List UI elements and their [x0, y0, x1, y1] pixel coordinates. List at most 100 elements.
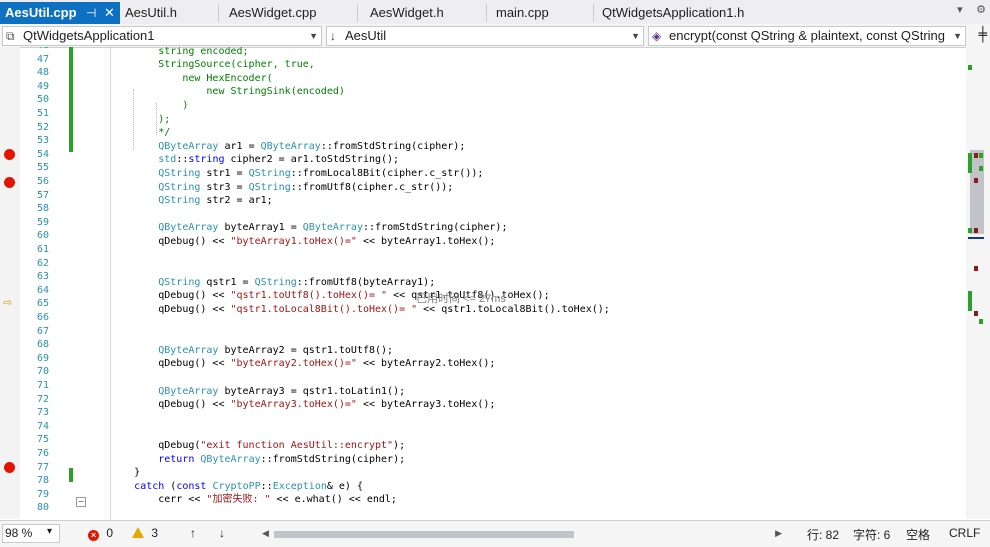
breakpoint-icon[interactable]: [4, 462, 15, 474]
horizontal-scrollbar[interactable]: ◀ ▶: [262, 528, 782, 540]
member-label: encrypt(const QString & plaintext, const…: [669, 28, 946, 43]
scroll-left-icon[interactable]: ◀: [262, 528, 269, 539]
next-issue-icon[interactable]: ↓: [219, 526, 225, 540]
breakpoint-icon[interactable]: [4, 149, 15, 161]
line-number: 47: [36, 53, 49, 65]
zoom-dropdown[interactable]: 98 % ▾: [2, 524, 60, 543]
tab-label: main.cpp: [496, 5, 549, 20]
error-count[interactable]: × 0: [88, 526, 113, 541]
glyph-margin[interactable]: ⇨: [0, 47, 20, 519]
code-line[interactable]: QByteArray byteArray1 = QByteArray::from…: [86, 221, 507, 235]
project-label: QtWidgetsApplication1: [23, 28, 155, 43]
code-line[interactable]: new HexEncoder(: [86, 72, 272, 86]
warning-count-label: 3: [151, 526, 159, 540]
close-icon[interactable]: ✕: [104, 2, 115, 24]
previous-issue-icon[interactable]: ↑: [190, 526, 196, 540]
code-line[interactable]: QByteArray byteArray3 = qstr1.toLatin1()…: [86, 385, 405, 399]
code-line[interactable]: QString qstr1 = QString::fromUtf8(byteAr…: [86, 276, 435, 290]
scope-dropdown[interactable]: ↓ AesUtil ▼: [326, 26, 644, 46]
tab-main-cpp[interactable]: main.cpp: [491, 2, 591, 24]
member-dropdown[interactable]: ◈ encrypt(const QString & plaintext, con…: [648, 26, 966, 46]
line-number: 54: [36, 148, 49, 160]
line-number: 58: [36, 203, 49, 215]
line-number: 66: [36, 312, 49, 323]
method-icon: ◈: [652, 29, 662, 43]
scope-arrow-icon: ↓: [330, 29, 336, 43]
scrollbar-thumb[interactable]: [970, 150, 984, 234]
code-line[interactable]: QByteArray ar1 = QByteArray::fromStdStri…: [86, 140, 465, 154]
code-line[interactable]: qDebug() << "byteArray2.toHex()=" << byt…: [86, 357, 495, 371]
tab-qtwidgetsapplication1-h[interactable]: QtWidgetsApplication1.h: [597, 2, 793, 24]
code-line[interactable]: qDebug() << "qstr1.toLocal8Bit().toHex()…: [86, 303, 610, 317]
code-line[interactable]: cerr << "加密失败: " << e.what() << endl;: [86, 493, 397, 507]
line-number: 69: [36, 352, 49, 364]
line-number-gutter: 4647484950515253545556575859606162636465…: [20, 47, 66, 519]
split-editor-icon[interactable]: ╪: [979, 27, 987, 43]
project-icon: ⧉: [6, 29, 15, 43]
vertical-scrollbar[interactable]: [966, 47, 990, 519]
change-marker: [979, 319, 983, 324]
chevron-down-icon: ▼: [951, 27, 962, 45]
change-marker: [968, 153, 972, 173]
perf-tip[interactable]: 已用时间 <= 27ms: [416, 290, 506, 306]
line-number: 72: [36, 393, 49, 405]
code-line[interactable]: std::string cipher2 = ar1.toStdString();: [86, 153, 399, 167]
tab-divider: [357, 4, 358, 22]
chevron-down-icon: ▾: [47, 526, 53, 537]
code-line[interactable]: QString str2 = ar1;: [86, 194, 272, 208]
scrollbar-thumb[interactable]: [274, 531, 574, 538]
fold-toggle-icon[interactable]: −: [76, 497, 86, 507]
breakpoint-icon[interactable]: [4, 176, 15, 188]
scroll-right-icon[interactable]: ▶: [775, 528, 782, 539]
line-number: 76: [36, 448, 49, 459]
code-line[interactable]: catch (const CryptoPP::Exception& e) {: [86, 480, 363, 494]
tab-aeswidget-h[interactable]: AesWidget.h: [365, 2, 483, 24]
breakpoint-marker: [974, 178, 978, 183]
line-number: 52: [36, 121, 49, 133]
gear-icon[interactable]: ⚙: [976, 3, 986, 16]
line-number: 77: [36, 461, 49, 473]
line-number: 55: [36, 162, 49, 174]
code-line[interactable]: qDebug("exit function AesUtil::encrypt")…: [86, 439, 405, 453]
code-line[interactable]: string encoded;: [86, 47, 248, 58]
chevron-down-icon: ▼: [309, 31, 318, 41]
tab-aeswidget-cpp[interactable]: AesWidget.cpp: [224, 2, 354, 24]
project-dropdown[interactable]: ⧉ QtWidgetsApplication1 ▼: [2, 26, 322, 46]
line-number: 79: [36, 488, 49, 500]
code-line[interactable]: qDebug() << "byteArray1.toHex()=" << byt…: [86, 235, 495, 249]
warning-count[interactable]: 3: [132, 526, 158, 540]
code-editor[interactable]: ⇨ 46474849505152535455565758596061626364…: [0, 47, 990, 519]
change-bar: [69, 468, 73, 482]
breakpoint-marker: [974, 311, 978, 316]
indent-mode[interactable]: 空格: [906, 526, 930, 543]
code-line[interactable]: */: [86, 126, 170, 140]
tab-overflow-dropdown-icon[interactable]: ▾: [957, 3, 963, 16]
line-number: 71: [36, 380, 49, 391]
char-indicator[interactable]: 字符: 6: [853, 526, 890, 543]
line-indicator[interactable]: 行: 82: [807, 526, 839, 543]
change-marker: [979, 166, 983, 171]
code-line[interactable]: qDebug() << "byteArray3.toHex()=" << byt…: [86, 398, 495, 412]
code-line[interactable]: return QByteArray::fromStdString(cipher)…: [86, 453, 405, 467]
code-line[interactable]: new StringSink(encoded): [86, 85, 344, 99]
code-line[interactable]: QString str1 = QString::fromLocal8Bit(ci…: [86, 167, 483, 181]
breakpoint-marker: [974, 153, 978, 158]
code-line[interactable]: );: [86, 113, 170, 127]
pin-icon[interactable]: ⊣: [86, 2, 96, 24]
line-number: 78: [36, 475, 49, 487]
tab-aesutil-h[interactable]: AesUtil.h: [120, 2, 218, 24]
error-icon: ×: [88, 530, 99, 541]
line-number: 60: [36, 230, 49, 242]
code-line[interactable]: }: [86, 466, 140, 480]
line-number: 61: [36, 244, 49, 255]
tab-aesutil-cpp[interactable]: AesUtil.cpp ⊣ ✕: [0, 2, 120, 24]
tab-label: QtWidgetsApplication1.h: [602, 5, 745, 20]
code-line[interactable]: QByteArray byteArray2 = qstr1.toUtf8();: [86, 344, 393, 358]
tab-label: AesWidget.h: [370, 5, 444, 20]
line-number: 74: [36, 420, 49, 432]
line-ending[interactable]: CRLF: [949, 526, 980, 540]
code-line[interactable]: StringSource(cipher, true,: [86, 58, 315, 72]
code-line[interactable]: ): [86, 99, 188, 113]
code-line[interactable]: QString str3 = QString::fromUtf8(cipher.…: [86, 181, 453, 195]
line-number: 75: [36, 434, 49, 446]
